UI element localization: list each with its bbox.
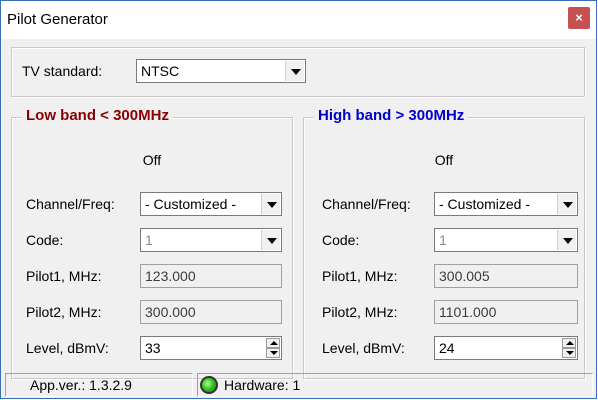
low-pilot1-label: Pilot1, MHz:	[26, 268, 102, 284]
pilot-generator-window: Pilot Generator × TV standard: NTSC Low …	[0, 0, 597, 399]
high-level-label: Level, dBmV:	[322, 340, 405, 356]
low-band-group: Low band < 300MHz Off Channel/Freq: - Cu…	[11, 107, 293, 379]
high-code-value: 1	[439, 232, 447, 248]
high-band-title: High band > 300MHz	[314, 107, 469, 124]
high-pilot2-label: Pilot2, MHz:	[322, 304, 398, 320]
high-channel-label: Channel/Freq:	[322, 196, 411, 212]
low-pilot2-value: 300.000	[145, 304, 196, 320]
low-band-status: Off	[142, 152, 162, 168]
high-band-group: High band > 300MHz Off Channel/Freq: - C…	[303, 107, 585, 379]
spin-up-icon[interactable]	[266, 338, 280, 348]
low-pilot1-value: 123.000	[145, 268, 196, 284]
high-level-spinner[interactable]: 24	[434, 336, 578, 360]
status-bar: App.ver.: 1.3.2.9 Hardware: 1	[1, 371, 596, 399]
close-button[interactable]: ×	[568, 7, 590, 29]
chevron-down-icon[interactable]	[557, 194, 576, 214]
tv-standard-select[interactable]: NTSC	[136, 59, 306, 83]
high-pilot2-value: 1101.000	[439, 304, 497, 320]
hardware-pane: Hardware: 1	[197, 373, 593, 397]
hardware-status-led-icon	[200, 376, 218, 394]
spin-down-icon[interactable]	[562, 348, 576, 358]
low-band-title: Low band < 300MHz	[22, 107, 173, 124]
client-area: TV standard: NTSC Low band < 300MHz Off …	[1, 39, 596, 398]
low-level-value: 33	[145, 340, 161, 356]
high-level-value: 24	[439, 340, 455, 356]
chevron-down-icon[interactable]	[557, 230, 576, 250]
high-channel-select[interactable]: - Customized -	[434, 192, 578, 216]
low-channel-select[interactable]: - Customized -	[140, 192, 282, 216]
low-level-spinner[interactable]: 33	[140, 336, 282, 360]
title-bar: Pilot Generator ×	[1, 1, 596, 39]
low-code-value: 1	[145, 232, 153, 248]
spin-down-icon[interactable]	[266, 348, 280, 358]
app-version-pane: App.ver.: 1.3.2.9	[5, 373, 193, 397]
chevron-down-icon[interactable]	[261, 230, 280, 250]
hardware-text: Hardware: 1	[224, 377, 301, 393]
tv-standard-panel: TV standard: NTSC	[11, 47, 585, 97]
high-pilot1-field: 300.005	[434, 264, 578, 288]
low-pilot2-field: 300.000	[140, 300, 282, 324]
spin-up-icon[interactable]	[562, 338, 576, 348]
tv-standard-label: TV standard:	[22, 63, 103, 79]
high-pilot1-value: 300.005	[439, 268, 490, 284]
app-version-text: App.ver.: 1.3.2.9	[30, 377, 132, 393]
low-code-label: Code:	[26, 232, 64, 248]
low-channel-value: - Customized -	[145, 196, 237, 212]
high-band-status: Off	[434, 152, 454, 168]
high-code-select[interactable]: 1	[434, 228, 578, 252]
tv-standard-value: NTSC	[141, 63, 180, 79]
low-pilot2-label: Pilot2, MHz:	[26, 304, 102, 320]
high-code-label: Code:	[322, 232, 360, 248]
high-pilot1-label: Pilot1, MHz:	[322, 268, 398, 284]
chevron-down-icon[interactable]	[261, 194, 280, 214]
chevron-down-icon[interactable]	[285, 61, 304, 81]
window-title: Pilot Generator	[7, 11, 108, 28]
low-level-label: Level, dBmV:	[26, 340, 109, 356]
low-pilot1-field: 123.000	[140, 264, 282, 288]
low-code-select[interactable]: 1	[140, 228, 282, 252]
high-channel-value: - Customized -	[439, 196, 531, 212]
low-channel-label: Channel/Freq:	[26, 196, 115, 212]
close-icon: ×	[575, 10, 583, 25]
high-pilot2-field: 1101.000	[434, 300, 578, 324]
